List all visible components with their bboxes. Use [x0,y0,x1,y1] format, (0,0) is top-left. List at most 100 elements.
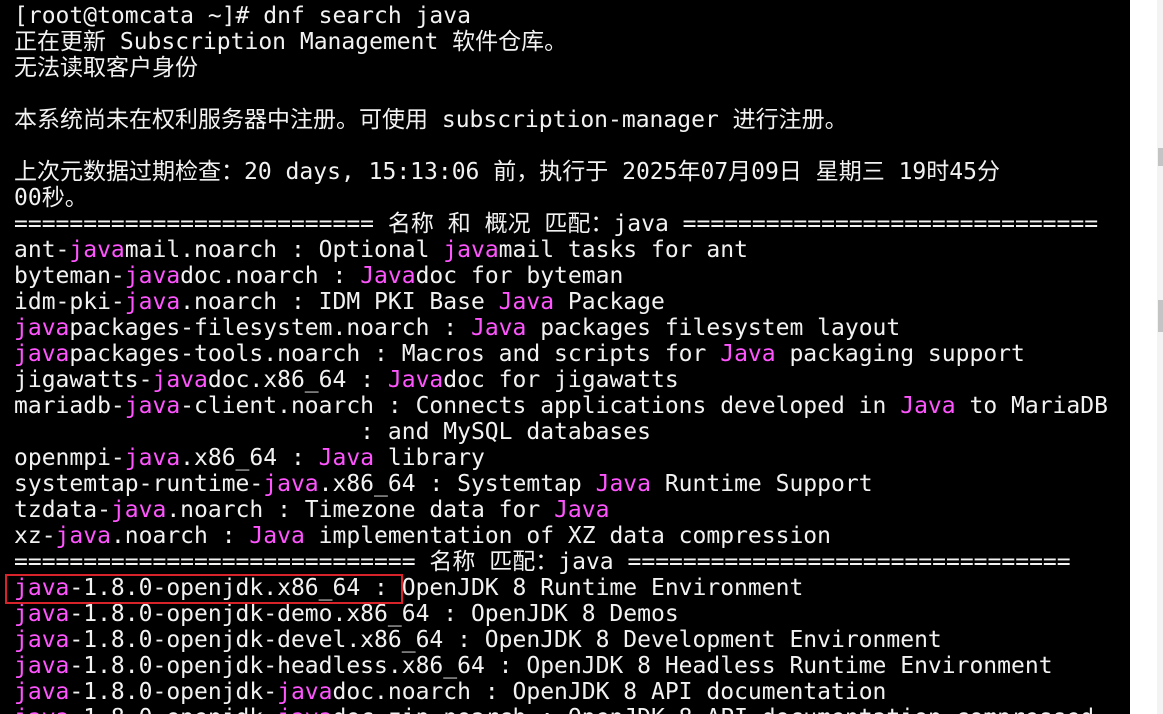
terminal-text: 无法读取客户身份 [14,55,198,81]
terminal-line: xz-java.noarch : Java implementation of … [14,523,1108,549]
terminal-text: byteman- [14,263,125,289]
terminal-text: ============================= 名称 匹配：java… [14,549,1071,575]
terminal-text: : and MySQL databases [14,419,651,445]
search-match-highlight: java [110,497,167,523]
terminal-line: java-1.8.0-openjdk-devel.x86_64 : OpenJD… [14,627,1108,653]
terminal-text: .x86_64 : [180,445,319,471]
terminal-text: doc.noarch : OpenJDK 8 API documentation [332,679,887,705]
scrollbar-marker [1158,148,1163,166]
search-match-highlight: java [14,627,70,653]
terminal-line: ============================= 名称 匹配：java… [14,549,1108,575]
terminal-text: tzdata- [14,497,111,523]
scrollbar-track[interactable] [1157,0,1163,714]
terminal-line: jigawatts-javadoc.x86_64 : Javadoc for j… [14,367,1108,393]
terminal-text: -1.8.0-openjdk-headless.x86_64 : OpenJDK… [69,653,1053,679]
search-match-highlight: java [55,523,111,549]
terminal-text: -1.8.0-openjdk-demo.x86_64 : OpenJDK 8 D… [69,601,679,627]
search-match-highlight: Java [318,445,375,471]
search-match-highlight: Java [720,341,776,367]
terminal-text: 本系统尚未在权利服务器中注册。可使用 subscription-manager … [14,107,848,133]
terminal-text: -client.noarch : Connects applications d… [180,393,901,419]
search-match-highlight: java [14,705,69,714]
terminal-line: systemtap-runtime-java.x86_64 : Systemta… [14,471,1108,497]
search-match-highlight: Java [595,471,651,497]
terminal-line: javapackages-tools.noarch : Macros and s… [14,341,1108,367]
terminal-text: .noarch : [110,523,250,549]
terminal-line: 无法读取客户身份 [14,55,1108,81]
scrollbar-marker [1158,300,1163,332]
terminal-line: java-1.8.0-openjdk-headless.x86_64 : Ope… [14,653,1108,679]
search-match-highlight: java [124,289,181,315]
terminal-line: 00秒。 [14,185,1108,211]
terminal-line: javapackages-filesystem.noarch : Java pa… [14,315,1108,341]
terminal-line: ant-javamail.noarch : Optional javamail … [14,237,1108,263]
search-match-highlight: Java [360,263,416,289]
terminal-line: : and MySQL databases [14,419,1108,445]
terminal-line: openmpi-java.x86_64 : Java library [14,445,1108,471]
terminal-text: 00秒。 [14,185,88,211]
search-match-highlight: java [14,315,70,341]
search-match-highlight: java [69,237,125,263]
terminal-text: doc for jigawatts [443,367,679,393]
terminal-window[interactable]: [root@tomcata ~]# dnf search java 正在更新 Su… [0,0,1130,714]
terminal-text: ant- [14,237,70,263]
terminal-line: 本系统尚未在权利服务器中注册。可使用 subscription-manager … [14,107,1108,133]
terminal-text: packages-tools.noarch : Macros and scrip… [69,341,721,367]
search-match-highlight: java [443,237,499,263]
terminal-text: doc for byteman [415,263,624,289]
terminal-text: Runtime Support [650,471,873,497]
terminal-text: ========================== 名称 和 概况 匹配：ja… [14,211,1099,237]
terminal-line: mariadb-java-client.noarch : Connects ap… [14,393,1108,419]
search-match-highlight: Java [900,393,956,419]
terminal-text: to MariaDB [955,393,1108,419]
terminal-line: java-1.8.0-openjdk-demo.x86_64 : OpenJDK… [14,601,1108,627]
terminal-line: 上次元数据过期检查：20 days, 15:13:06 前，执行于 2025年0… [14,159,1108,185]
terminal-text: systemtap-runtime- [14,471,264,497]
terminal-text: idm-pki- [14,289,125,315]
search-match-highlight: java [124,393,181,419]
terminal-text: .noarch : Timezone data for [166,497,555,523]
search-match-highlight: java [14,679,70,705]
terminal-text: packaging support [775,341,1025,367]
terminal-text: -1.8.0-openjdk-devel.x86_64 : OpenJDK 8 … [69,627,942,653]
search-match-highlight: java [277,679,333,705]
search-match-highlight: Java [387,367,444,393]
terminal-text: xz- [14,523,56,549]
search-match-highlight: Java [498,289,555,315]
terminal-text: packages-filesystem.noarch : [69,315,471,341]
terminal-text: doc-zip.noarch : OpenJDK 8 API documenta… [333,705,1095,714]
search-match-highlight: java [14,341,70,367]
terminal-line: idm-pki-java.noarch : IDM PKI Base Java … [14,289,1108,315]
terminal-text: mail.noarch : Optional [124,237,444,263]
terminal-line: 正在更新 Subscription Management 软件仓库。 [14,29,1108,55]
terminal-text: Package [554,289,665,315]
terminal-line: ========================== 名称 和 概况 匹配：ja… [14,211,1108,237]
terminal-line: byteman-javadoc.noarch : Javadoc for byt… [14,263,1108,289]
terminal-text: mail tasks for ant [498,237,748,263]
terminal-line: tzdata-java.noarch : Timezone data for J… [14,497,1108,523]
search-match-highlight: java [277,705,332,714]
terminal-line: java-1.8.0-openjdk-javadoc.noarch : Open… [14,679,1108,705]
search-match-highlight: java [124,263,181,289]
annotation-highlight-box [5,574,403,604]
terminal-text: mariadb- [14,393,125,419]
search-match-highlight: Java [554,497,610,523]
terminal-line: [root@tomcata ~]# dnf search java [14,3,1108,29]
terminal-text: 上次元数据过期检查：20 days, 15:13:06 前，执行于 2025年0… [14,159,1000,185]
terminal-text: implementation of XZ data compression [304,523,832,549]
terminal-text: 正在更新 Subscription Management 软件仓库。 [14,29,568,55]
terminal-text: .noarch : IDM PKI Base [180,289,499,315]
terminal-text: -1.8.0-openjdk- [69,679,278,705]
terminal-text: openmpi- [14,445,125,471]
terminal-text: jigawatts- [14,367,153,393]
terminal-text: -1.8.0-openjdk- [69,705,277,714]
search-match-highlight: java [14,653,70,679]
search-match-highlight: java [152,367,208,393]
search-match-highlight: java [14,601,70,627]
terminal-output: [root@tomcata ~]# dnf search java 正在更新 Su… [14,3,1108,714]
terminal-text: library [374,445,485,471]
terminal-text: doc.x86_64 : [207,367,388,393]
terminal-text: packages filesystem layout [526,315,901,341]
